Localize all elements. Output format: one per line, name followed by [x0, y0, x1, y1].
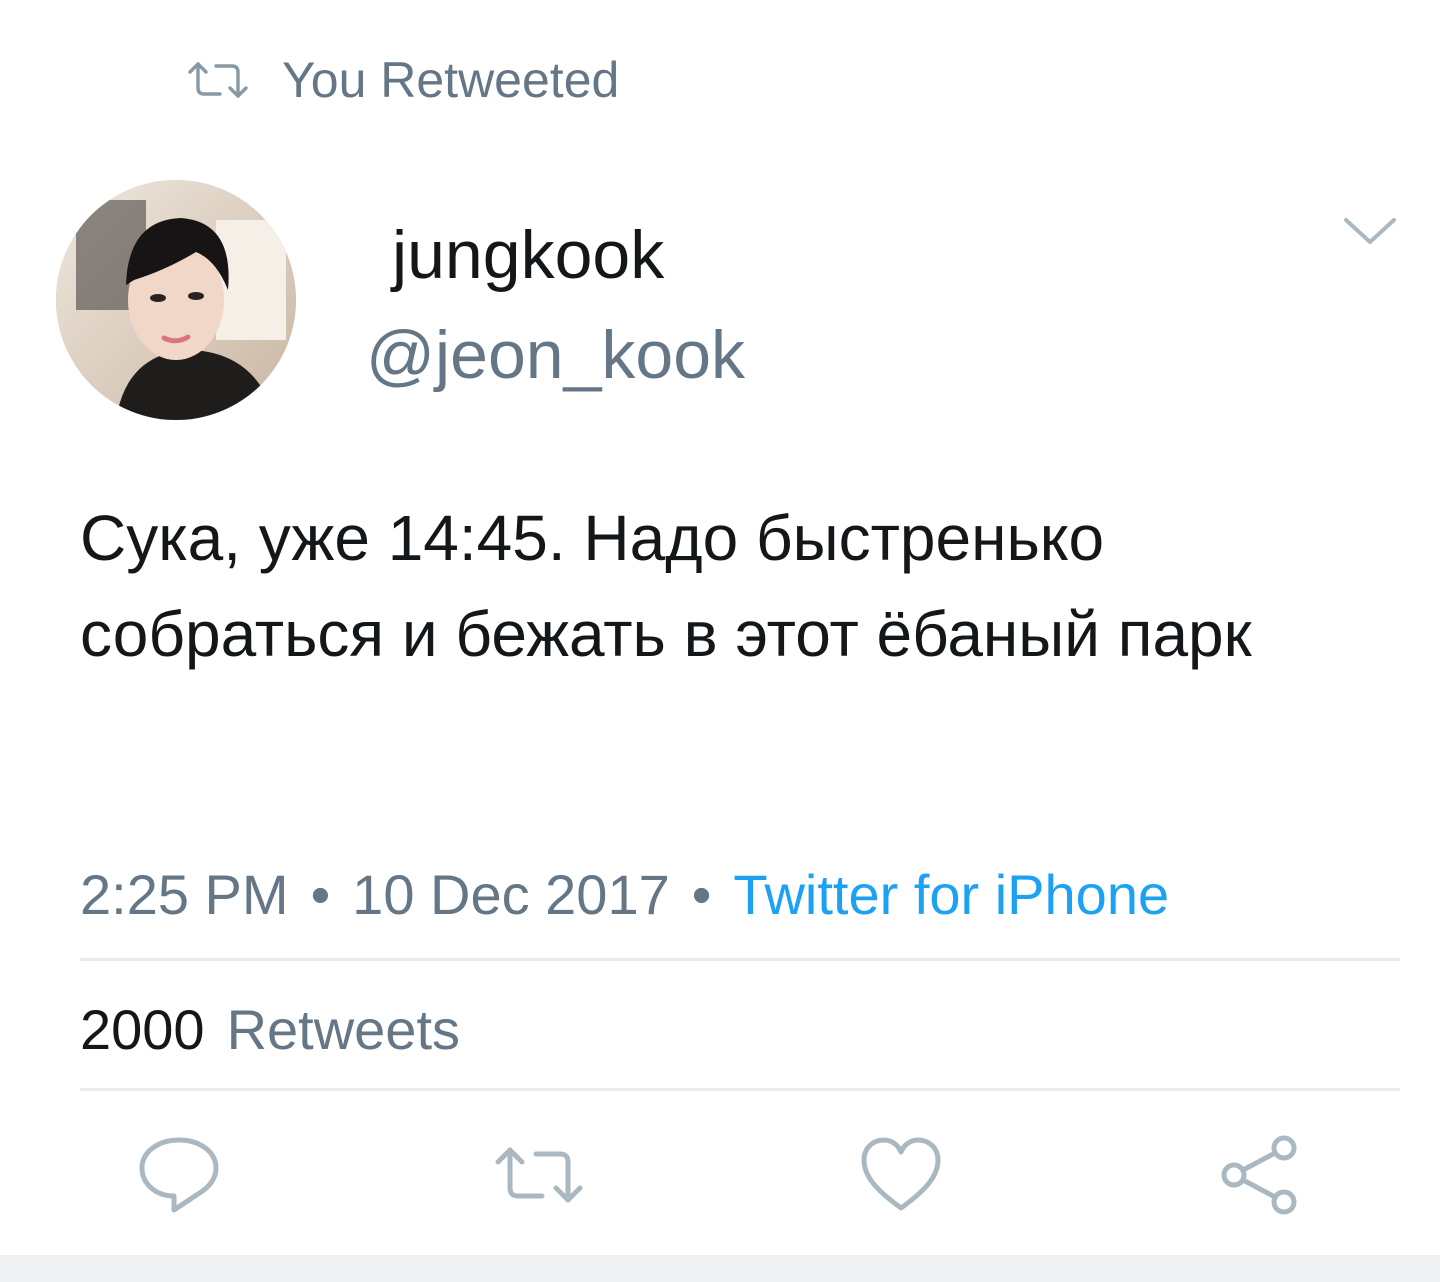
tweet-meta: 2:25 PM • 10 Dec 2017 • Twitter for iPhone — [80, 860, 1169, 930]
bottom-separator — [0, 1255, 1440, 1282]
handle[interactable]: @jeon_kook — [366, 315, 745, 395]
tweet-source-link[interactable]: Twitter for iPhone — [733, 863, 1169, 926]
avatar[interactable] — [56, 180, 296, 420]
reply-button[interactable] — [134, 1130, 224, 1220]
meta-separator: • — [691, 863, 712, 926]
retweet-icon — [495, 1147, 583, 1203]
divider — [80, 1088, 1400, 1091]
retweet-count: 2000 — [80, 998, 205, 1061]
retweet-button[interactable] — [494, 1130, 584, 1220]
tweet-date: 10 Dec 2017 — [352, 863, 670, 926]
retweet-banner-label: You Retweeted — [282, 52, 620, 108]
tweet-stats[interactable]: 2000 Retweets — [80, 995, 460, 1065]
divider — [80, 958, 1400, 961]
share-button[interactable] — [1214, 1130, 1304, 1220]
like-button[interactable] — [856, 1130, 946, 1220]
chevron-down-icon[interactable] — [1340, 210, 1400, 250]
share-icon — [1221, 1135, 1297, 1215]
retweet-count-label: Retweets — [226, 998, 461, 1061]
meta-separator: • — [310, 863, 331, 926]
reply-icon — [139, 1137, 219, 1213]
tweet-text: Сука, уже 14:45. Надо быстренько собрать… — [80, 502, 1252, 670]
display-name[interactable]: jungkook — [392, 215, 664, 295]
retweet-icon — [186, 60, 250, 100]
tweet-time: 2:25 PM — [80, 863, 289, 926]
heart-icon — [861, 1137, 941, 1211]
retweet-banner: You Retweeted — [186, 50, 619, 110]
